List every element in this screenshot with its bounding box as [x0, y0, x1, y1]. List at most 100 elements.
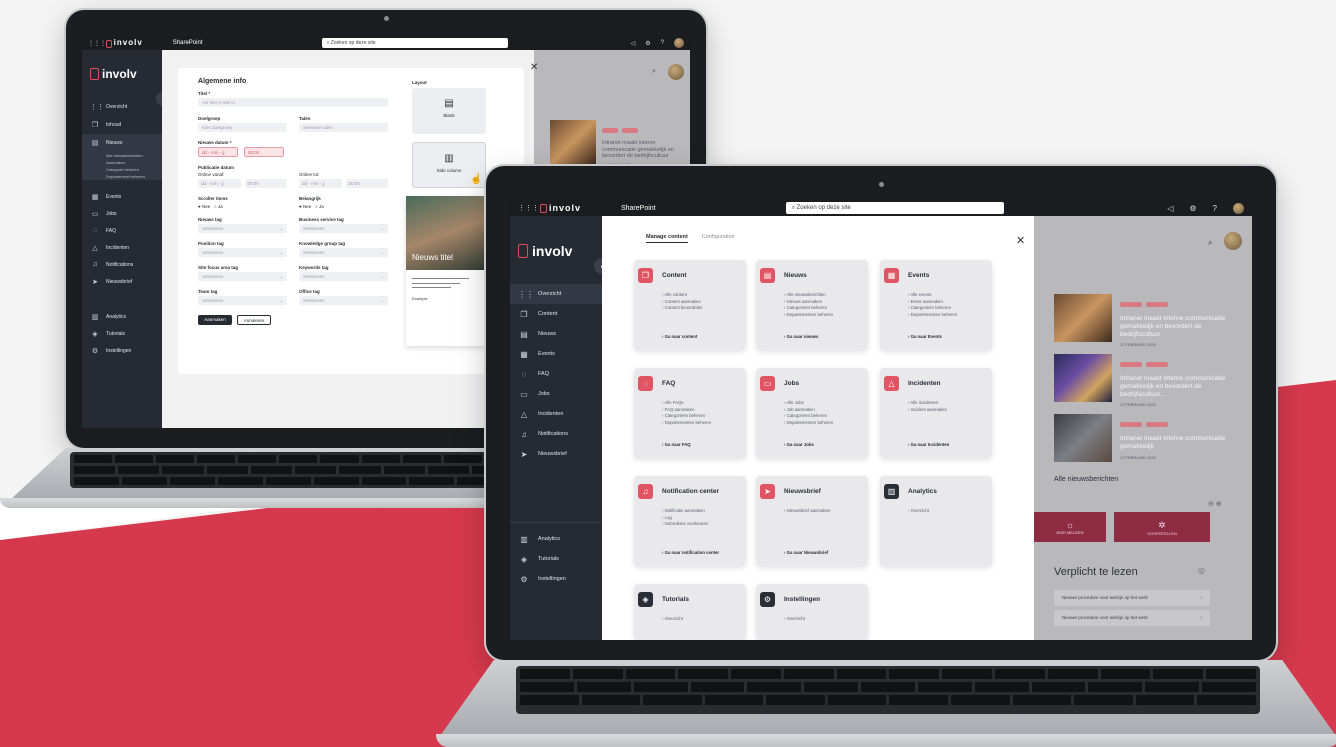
sidebar-item-instellingen[interactable]: ⚙ Instellingen: [82, 342, 162, 359]
tile-link[interactable]: › Content beoordelen: [662, 305, 702, 312]
tab-manage-content[interactable]: Manage content: [646, 234, 688, 243]
tag-select[interactable]: Selecteren ⌄: [299, 296, 388, 305]
required-item[interactable]: Nieuwe procedure voor welzijn op het wer…: [1054, 610, 1210, 626]
radio-selected-icon[interactable]: ●: [299, 204, 302, 209]
tile-link[interactable]: › Incident aanmaken: [908, 407, 947, 414]
sidebar-item-analytics[interactable]: ▥ Analytics: [510, 529, 602, 549]
avatar[interactable]: [668, 64, 684, 80]
help-icon[interactable]: ?: [661, 40, 664, 46]
news-card[interactable]: Intranet maakt interne communicatie gema…: [1054, 414, 1244, 466]
sidebar-item-faq[interactable]: ◌ FAQ: [510, 364, 602, 384]
tile-link[interactable]: › Categorieën beheren: [784, 305, 833, 312]
tile-link[interactable]: › FAQ aanmaken: [662, 407, 711, 414]
talen-select[interactable]: Selecteer talen: [299, 123, 388, 132]
avatar[interactable]: [1233, 202, 1244, 214]
tag-select[interactable]: Selecteren ⌄: [299, 272, 388, 281]
tile-link[interactable]: › Content aanmaken: [662, 299, 702, 306]
required-item[interactable]: Nieuwe procedure voor welzijn op het wer…: [1054, 590, 1210, 606]
tile-go-link[interactable]: › Ga naar notification center: [662, 550, 719, 555]
tile-go-link[interactable]: › Ga naar Jobs: [784, 442, 814, 447]
tile-link[interactable]: › Overzicht: [784, 616, 805, 623]
radio-icon[interactable]: ○: [315, 204, 318, 209]
sidebar-subitem[interactable]: Aanmaken: [82, 159, 162, 166]
sidebar-item-events[interactable]: ▦ Events: [82, 188, 162, 205]
news-card[interactable]: Intranet maakt interne communicatie gema…: [1054, 294, 1244, 347]
tag-select[interactable]: Selecteren ⌄: [198, 272, 287, 281]
tile-link[interactable]: › Nieuwsbrief aanmaken: [784, 508, 830, 515]
tile-link[interactable]: › Log: [662, 515, 708, 522]
layout-blank-option[interactable]: ▤ Blank: [412, 88, 486, 134]
required-settings-icon[interactable]: ◎: [1198, 566, 1205, 575]
doelgroep-select[interactable]: Kies doelgroep: [198, 123, 287, 132]
all-news-link[interactable]: Alle nieuwsberichten: [1054, 476, 1118, 483]
search-input[interactable]: ⌕ Zoeken op deze site: [322, 38, 509, 48]
tile-link[interactable]: › Overzicht: [908, 508, 929, 515]
tile-go-link[interactable]: › Ga naar content: [662, 334, 697, 339]
close-icon[interactable]: ✕: [530, 62, 538, 73]
gear-icon[interactable]: ⚙: [645, 40, 650, 47]
title-input[interactable]: Vul hier je titel in: [198, 98, 388, 107]
tag-select[interactable]: Selecteren ⌄: [299, 248, 388, 257]
search-input[interactable]: ⌕ Zoeken op deze site: [785, 202, 1004, 214]
sidebar-item-nieuwsbrief[interactable]: ➤ Nieuwsbrief: [82, 273, 162, 290]
tile-link[interactable]: › Departementen beheren: [908, 312, 957, 319]
tile-go-link[interactable]: › Ga naar FAQ: [662, 442, 691, 447]
megaphone-icon[interactable]: ◁: [631, 40, 636, 47]
tab-configuration[interactable]: Configuration: [702, 234, 735, 243]
radio-icon[interactable]: ○: [214, 204, 217, 209]
tile-go-link[interactable]: › Ga naar Nieuwsbrief: [784, 550, 828, 555]
tile-link[interactable]: › Departementen beheren: [784, 312, 833, 319]
tile-link[interactable]: › Alle FAQs: [662, 400, 711, 407]
sidebar-item-notifications[interactable]: ♫ Notifications: [82, 256, 162, 273]
sidebar-item-tutorials[interactable]: ◈ Tutorials: [510, 549, 602, 569]
tile-link[interactable]: › Gebruikers voorkeuren: [662, 521, 708, 528]
tag-select[interactable]: Selecteren ⌄: [299, 224, 388, 233]
waffle-icon[interactable]: ⋮⋮⋮: [518, 204, 539, 212]
tile-go-link[interactable]: › Ga naar nieuws: [784, 334, 818, 339]
suggest-button[interactable]: ✲ VOORSTELLEN: [1114, 512, 1210, 542]
tile-link[interactable]: › Event aanmaken: [908, 299, 957, 306]
search-icon[interactable]: ⌕: [652, 68, 656, 76]
sidebar-item-analytics[interactable]: ▥ Analytics: [82, 308, 162, 325]
news-card[interactable]: Intranet maakt interne communicatie gema…: [1054, 354, 1244, 407]
sidebar-item-jobs[interactable]: ▭ Jobs: [510, 384, 602, 404]
help-icon[interactable]: ?: [1213, 204, 1217, 213]
megaphone-icon[interactable]: ◁: [1167, 204, 1173, 213]
tile-link[interactable]: › Job aanmaken: [784, 407, 833, 414]
sidebar-item-overzicht[interactable]: ⋮⋮ Overzicht: [82, 98, 162, 116]
sidebar-item-faq[interactable]: ◌ FAQ: [82, 222, 162, 239]
idea-button[interactable]: ☼ IDEE MELDEN: [1034, 512, 1106, 542]
sidebar-item-jobs[interactable]: ▭ Jobs: [82, 205, 162, 222]
tag-select[interactable]: Selecteren ⌄: [198, 296, 287, 305]
sidebar-item-nieuws[interactable]: ▤ Nieuws: [510, 324, 602, 344]
cancel-button[interactable]: Annuleren: [237, 315, 271, 325]
time-input[interactable]: 00:00: [244, 147, 284, 157]
tile-link[interactable]: › Notificatie aanmaken: [662, 508, 708, 515]
sidebar-item-events[interactable]: ▦ Events: [510, 344, 602, 364]
sidebar-item-incidenten[interactable]: △ Incidenten: [510, 404, 602, 424]
sidebar-item-content[interactable]: ❐ Content: [510, 304, 602, 324]
tile-go-link[interactable]: › Ga naar Incidenten: [908, 442, 949, 447]
to-date-input[interactable]: dd - mm - jj: [299, 179, 342, 188]
avatar[interactable]: [1224, 232, 1242, 250]
sidebar-item-instellingen[interactable]: ⚙ Instellingen: [510, 569, 602, 589]
search-icon[interactable]: ⌕: [1208, 238, 1212, 248]
tile-link[interactable]: › Categorieën beheren: [908, 305, 957, 312]
avatar[interactable]: [674, 38, 684, 48]
tile-link[interactable]: › Alle nieuwsberichten: [784, 292, 833, 299]
tile-link[interactable]: › Departementen beheren: [662, 420, 711, 427]
from-time-input[interactable]: 00:00: [244, 179, 287, 188]
tile-link[interactable]: › Departementen beheren: [784, 420, 833, 427]
gear-icon[interactable]: ⚙: [1189, 204, 1196, 213]
from-date-input[interactable]: dd - mm - jj: [198, 179, 241, 188]
tile-link[interactable]: › Categorieën beheren: [662, 413, 711, 420]
date-input[interactable]: dd - mm - jj: [198, 147, 238, 157]
tile-link[interactable]: › Categorieën beheren: [784, 413, 833, 420]
tile-link[interactable]: › Alle events: [908, 292, 957, 299]
waffle-icon[interactable]: ⋮⋮⋮: [88, 40, 106, 47]
sidebar-item-nieuwsbrief[interactable]: ➤ Nieuwsbrief: [510, 444, 602, 464]
tag-select[interactable]: Selecteren ⌄: [198, 248, 287, 257]
sidebar-item-incidenten[interactable]: △ Incidenten: [82, 239, 162, 256]
radio-selected-icon[interactable]: ●: [198, 204, 201, 209]
sidebar-item-tutorials[interactable]: ◈ Tutorials: [82, 325, 162, 342]
